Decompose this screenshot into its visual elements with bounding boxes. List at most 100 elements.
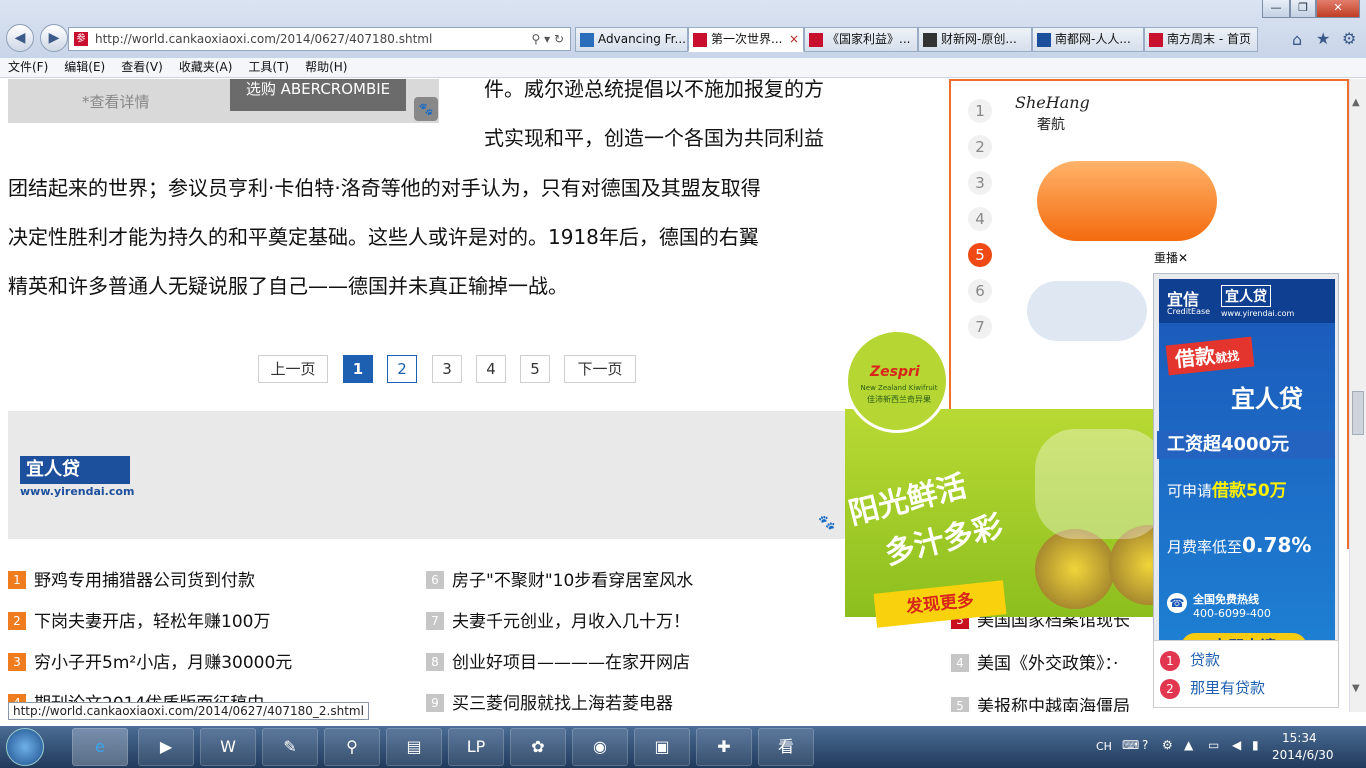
kiwi-fruit-image (1035, 529, 1115, 609)
favorites-star-icon[interactable]: ★ (1316, 29, 1330, 48)
loan-link[interactable]: 1 贷款 (1160, 649, 1220, 671)
paint-icon[interactable]: ✿ (510, 728, 566, 766)
yirendai-site: www.yirendai.com (1221, 309, 1295, 318)
news-link[interactable]: 7 夫妻千元创业，月收入几十万！ (426, 611, 690, 633)
lang-indicator[interactable]: CH (1096, 740, 1112, 753)
loan-link[interactable]: 2 那里有贷款 (1160, 677, 1265, 699)
news-link[interactable]: 3 穷小子开5m²小店，月赚30000元 (8, 652, 292, 674)
menu-item[interactable]: 工具(T) (240, 58, 297, 77)
article-line-1: 件。威尔逊总统提倡以不施加报复的方 (484, 79, 824, 101)
rank-number[interactable]: 5 (968, 243, 992, 267)
prev-page-link[interactable]: 上一页 (258, 355, 328, 383)
address-text: http://world.cankaoxiaoxi.com/2014/0627/… (95, 32, 433, 46)
loan-link-number: 1 (1160, 651, 1180, 671)
browser-tab[interactable]: Advancing Fr... (575, 27, 688, 52)
page-link-1[interactable]: 1 (343, 355, 373, 383)
page-link-4[interactable]: 4 (476, 355, 506, 383)
browser-tab[interactable]: 财新网-原创... (918, 27, 1032, 52)
word-icon[interactable]: W (200, 728, 256, 766)
lp-app-icon[interactable]: LP (448, 728, 504, 766)
home-icon[interactable]: ⌂ (1292, 30, 1302, 49)
yirendai-side-ad[interactable]: 宜信 CreditEase 宜人贷 www.yirendai.com 借款就找 … (1153, 273, 1339, 703)
clock-time[interactable]: 15:34 (1282, 731, 1317, 745)
page-link-3[interactable]: 3 (432, 355, 462, 383)
ie-taskbar-icon[interactable]: e (72, 728, 128, 766)
page-content: *查看详情 选购 ABERCROMBIE 🐾 件。威尔逊总统提倡以不施加报复的方… (0, 79, 1349, 712)
volume-icon[interactable]: ◀ (1232, 738, 1241, 752)
page-link-5[interactable]: 5 (520, 355, 550, 383)
firefox-icon[interactable]: ◉ (572, 728, 628, 766)
abercrombie-button[interactable]: 选购 ABERCROMBIE (230, 79, 406, 111)
menu-item[interactable]: 收藏夹(A) (171, 58, 241, 77)
close-tab-icon[interactable]: × (789, 28, 799, 51)
rank-number: 1 (8, 571, 26, 589)
power-icon[interactable]: ▮ (1252, 738, 1259, 752)
browser-tab[interactable]: 南方周末 - 首页 (1144, 27, 1258, 52)
news-link-text: 创业好项目————在家开网店 (452, 653, 690, 673)
app-add-icon[interactable]: ✚ (696, 728, 752, 766)
rank-number: 4 (951, 654, 969, 672)
clock-date[interactable]: 2014/6/30 (1272, 748, 1334, 762)
menu-item[interactable]: 文件(F) (0, 58, 56, 77)
news-link[interactable]: 6 房子"不聚财"10步看穿居室风水 (426, 570, 693, 592)
close-window-button[interactable]: ✕ (1316, 0, 1360, 18)
browser-tab[interactable]: 第一次世界... × (688, 27, 804, 52)
zespri-kiwi-ad[interactable]: Zespri New Zealand Kiwifruit 佳沛新西兰奇异果 阳光… (845, 329, 1195, 629)
rank-number[interactable]: 1 (968, 99, 992, 123)
menu-item[interactable]: 帮助(H) (297, 58, 355, 77)
replay-close-link[interactable]: 重播✕ (1154, 249, 1189, 266)
article-line-4: 决定性胜利才能为持久的和平奠定基础。这些人或许是对的。1918年后，德国的右翼 (8, 225, 759, 249)
news-link[interactable]: 8 创业好项目————在家开网店 (426, 652, 690, 674)
notepad-icon[interactable]: ✎ (262, 728, 318, 766)
browser-chrome: ◀ ▶ 参 http://world.cankaoxiaoxi.com/2014… (0, 0, 1366, 58)
vertical-scrollbar[interactable]: ▲ ▼ (1349, 79, 1366, 712)
iqiyi-icon[interactable]: ▣ (634, 728, 690, 766)
address-bar[interactable]: 参 http://world.cankaoxiaoxi.com/2014/062… (68, 27, 571, 51)
restore-button[interactable]: ❐ (1290, 0, 1316, 18)
cankao-favicon-icon: 参 (74, 32, 88, 46)
scroll-thumb[interactable] (1352, 391, 1364, 435)
ad-detail-link[interactable]: *查看详情 (82, 91, 150, 112)
browser-tab[interactable]: 《国家利益》... (804, 27, 918, 52)
tab-label: 财新网-原创... (941, 32, 1017, 46)
news-link[interactable]: 2 下岗夫妻开店，轻松年赚100万 (8, 611, 270, 633)
forward-button[interactable]: ▶ (40, 24, 68, 52)
browser-tab[interactable]: 南都网-人人... (1032, 27, 1144, 52)
scroll-up-icon[interactable]: ▲ (1352, 97, 1360, 108)
keyboard-icon[interactable]: ⌨ (1122, 738, 1139, 752)
news-link[interactable]: 1 野鸡专用捕猎器公司货到付款 (8, 570, 255, 592)
goggles-product-image[interactable] (1037, 161, 1217, 241)
menu-item[interactable]: 查看(V) (113, 58, 171, 77)
tray-expand-icon[interactable]: ▲ (1184, 738, 1193, 752)
rank-number[interactable]: 4 (968, 207, 992, 231)
search-app-icon[interactable]: ⚲ (324, 728, 380, 766)
kan-app-icon[interactable]: 看 (758, 728, 814, 766)
settings-gear-icon[interactable]: ⚙ (1342, 29, 1356, 48)
rank-number[interactable]: 6 (968, 279, 992, 303)
scroll-down-icon[interactable]: ▼ (1352, 683, 1360, 694)
news-link[interactable]: 5 美报称中越南海僵局 (951, 696, 1130, 712)
yirendai-header: 宜信 CreditEase 宜人贷 www.yirendai.com (1159, 279, 1335, 323)
settings-icon[interactable]: ⚙ (1162, 738, 1173, 752)
start-button[interactable] (6, 728, 44, 766)
news-link[interactable]: 4 美国《外交政策》：· (951, 653, 1118, 675)
yirendai-banner-ad[interactable]: 宜人贷 www.yirendai.com 🐾 (8, 411, 845, 539)
rank-number[interactable]: 3 (968, 171, 992, 195)
page-link-2[interactable]: 2 (387, 355, 417, 383)
media-player-icon[interactable]: ▶ (138, 728, 194, 766)
rank-number: 5 (951, 697, 969, 712)
help-icon[interactable]: ? (1142, 738, 1148, 752)
search-refresh-icon[interactable]: ⚲ ▾ ↻ (532, 28, 565, 50)
rank-number: 9 (426, 694, 444, 712)
folder-icon[interactable]: ▤ (386, 728, 442, 766)
network-icon[interactable]: ▭ (1208, 738, 1219, 752)
ad-top-banner[interactable]: *查看详情 选购 ABERCROMBIE 🐾 (8, 79, 439, 123)
news-link[interactable]: 9 买三菱伺服就找上海若菱电器 (426, 693, 673, 712)
next-page-link[interactable]: 下一页 (564, 355, 636, 383)
menu-item[interactable]: 编辑(E) (56, 58, 113, 77)
rank-number: 8 (426, 653, 444, 671)
back-button[interactable]: ◀ (6, 24, 34, 52)
tab-label: 第一次世界... (711, 32, 783, 46)
minimize-button[interactable]: — (1262, 0, 1290, 18)
rank-number[interactable]: 2 (968, 135, 992, 159)
